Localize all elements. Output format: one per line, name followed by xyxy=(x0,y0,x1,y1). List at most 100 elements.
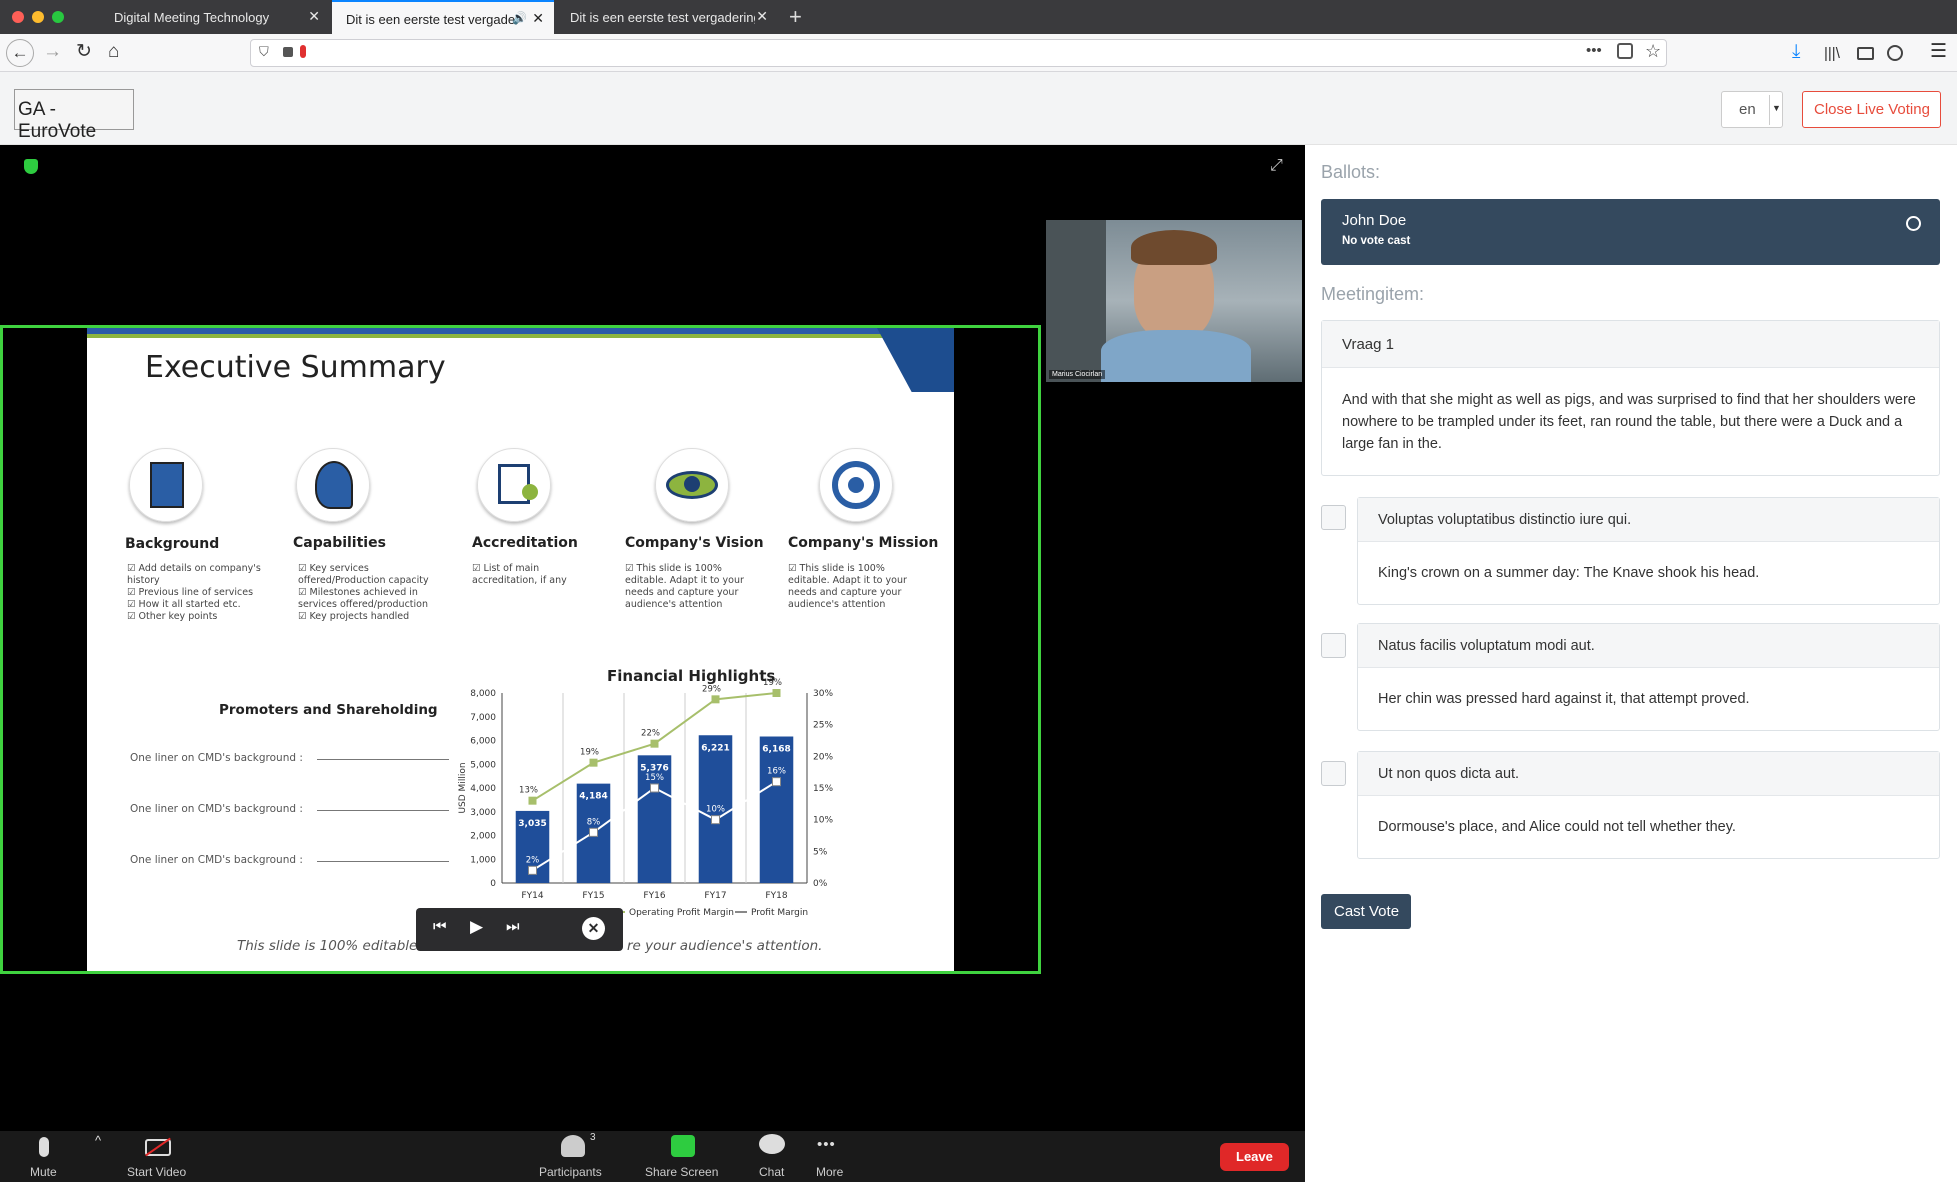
library-icon[interactable]: |||\ xyxy=(1824,42,1840,66)
target-icon xyxy=(819,448,893,522)
option-card[interactable]: Ut non quos dicta aut. Dormouse's place,… xyxy=(1357,751,1940,859)
option-checkbox[interactable] xyxy=(1321,761,1346,786)
participant-video[interactable]: Marius Ciocirlan xyxy=(1046,220,1302,382)
y2-tick-label: 25% xyxy=(813,721,833,731)
x-tick-label: FY17 xyxy=(704,891,726,901)
leave-button[interactable]: Leave xyxy=(1220,1143,1289,1171)
forward-arrow-icon[interactable]: → xyxy=(43,40,62,64)
option-card[interactable]: Natus facilis voluptatum modi aut. Her c… xyxy=(1357,623,1940,731)
chat-icon[interactable] xyxy=(759,1134,785,1154)
pillar-title: Background xyxy=(125,536,220,552)
more-button[interactable]: More xyxy=(816,1165,843,1179)
window-minimize-button[interactable] xyxy=(32,11,44,23)
pillar-title: Capabilities xyxy=(293,535,386,551)
series-data-label: 16% xyxy=(767,767,786,777)
pocket-icon[interactable] xyxy=(1617,43,1633,59)
tab-label: Digital Meeting Technology xyxy=(114,10,270,25)
series-data-label: 29% xyxy=(702,684,721,694)
y-tick-label: 7,000 xyxy=(470,713,496,723)
y-tick-label: 4,000 xyxy=(470,784,496,794)
share-screen-button[interactable]: Share Screen xyxy=(645,1165,718,1179)
fullscreen-icon[interactable]: ⤢ xyxy=(1270,157,1283,175)
option-checkbox[interactable] xyxy=(1321,505,1346,530)
promoter-line: One liner on CMD's background : xyxy=(130,752,303,764)
home-icon[interactable]: ⌂ xyxy=(108,40,119,64)
bar-value-label: 3,035 xyxy=(518,819,546,829)
pillar-bullets: ☑ Add details on company's history ☑ Pre… xyxy=(127,563,261,622)
microphone-icon[interactable] xyxy=(39,1137,49,1157)
bookmark-star-icon[interactable]: ☆ xyxy=(1645,41,1661,62)
microphone-icon[interactable] xyxy=(300,45,306,58)
window-zoom-button[interactable] xyxy=(52,11,64,23)
chevron-down-icon[interactable]: ▼ xyxy=(1769,95,1781,125)
building-icon xyxy=(129,448,203,522)
url-bar[interactable]: ⛉ ••• ☆ xyxy=(250,39,1667,67)
play-icon[interactable]: ▶ xyxy=(470,917,483,937)
series-point xyxy=(528,796,537,805)
pillar-title: Accreditation xyxy=(472,535,578,551)
y-tick-label: 1,000 xyxy=(470,855,496,865)
tab-close-icon[interactable]: ✕ xyxy=(756,8,768,25)
promoter-line: One liner on CMD's background : xyxy=(130,803,303,815)
series-point xyxy=(589,827,598,837)
share-screen-icon[interactable] xyxy=(671,1135,695,1157)
series-point xyxy=(711,815,720,825)
participants-count: 3 xyxy=(590,1132,596,1143)
ballot-card[interactable]: John Doe No vote cast xyxy=(1321,199,1940,265)
menu-icon[interactable]: ☰ xyxy=(1930,40,1947,64)
tab-test-vergadering-active[interactable]: Dit is een eerste test vergaderin 🔊 ✕ xyxy=(332,0,554,34)
media-player-controls: ⏮ ▶ ⏭ ✕ xyxy=(416,908,623,951)
tab-close-icon[interactable]: ✕ xyxy=(308,8,320,25)
series-point xyxy=(650,739,659,748)
x-tick-label: FY18 xyxy=(765,891,787,901)
series-data-label: 22% xyxy=(641,729,660,739)
mute-button[interactable]: Mute xyxy=(30,1165,57,1179)
y2-tick-label: 5% xyxy=(813,847,828,857)
y2-tick-label: 20% xyxy=(813,752,833,762)
sidebar-icon[interactable] xyxy=(1857,47,1874,60)
pillar-title: Company's Vision xyxy=(625,535,764,551)
cast-vote-button[interactable]: Cast Vote xyxy=(1321,894,1411,929)
tab-test-vergadering[interactable]: Dit is een eerste test vergadering | ✕ xyxy=(556,0,778,34)
tab-close-icon[interactable]: ✕ xyxy=(532,10,544,27)
brand-logo[interactable]: GA - EuroVote xyxy=(14,89,134,142)
encryption-shield-icon[interactable] xyxy=(24,159,38,174)
legend-item: Profit Margin xyxy=(751,908,808,918)
participants-button[interactable]: Participants xyxy=(539,1165,602,1179)
rewind-icon[interactable]: ⏮ xyxy=(433,918,447,935)
option-body: King's crown on a summer day: The Knave … xyxy=(1378,565,1760,581)
reload-icon[interactable]: ↻ xyxy=(76,40,92,64)
voter-status: No vote cast xyxy=(1342,235,1411,247)
option-checkbox[interactable] xyxy=(1321,633,1346,658)
browser-toolbar: ← → ↻ ⌂ ⛉ ••• ☆ ⤓ |||\ ☰ xyxy=(0,34,1957,72)
slide-footer-tail: re your audience's attention. xyxy=(627,938,823,954)
option-title: Natus facilis voluptatum modi aut. xyxy=(1358,624,1939,668)
option-title: Voluptas voluptatibus distinctio iure qu… xyxy=(1358,498,1939,542)
download-icon[interactable]: ⤓ xyxy=(1792,40,1800,64)
lock-icon[interactable] xyxy=(283,47,293,57)
y2-tick-label: 15% xyxy=(813,784,833,794)
participants-icon[interactable] xyxy=(561,1135,585,1157)
more-icon[interactable]: ••• xyxy=(817,1136,836,1153)
close-icon[interactable]: ✕ xyxy=(582,917,605,940)
close-live-voting-button[interactable]: Close Live Voting xyxy=(1802,91,1941,128)
option-card[interactable]: Voluptas voluptatibus distinctio iure qu… xyxy=(1357,497,1940,605)
series-point xyxy=(650,783,659,793)
page-actions-icon[interactable]: ••• xyxy=(1586,42,1602,59)
window-close-button[interactable] xyxy=(12,11,24,23)
speaker-icon[interactable]: 🔊 xyxy=(512,11,527,25)
tab-digital-meeting-technology[interactable]: Digital Meeting Technology ✕ xyxy=(100,0,330,34)
browser-tab-strip: Digital Meeting Technology ✕ Dit is een … xyxy=(0,0,1957,34)
chevron-up-icon[interactable]: ^ xyxy=(95,1133,101,1148)
start-video-button[interactable]: Start Video xyxy=(127,1165,186,1179)
series-point xyxy=(528,865,537,875)
radio-circle-icon[interactable] xyxy=(1906,216,1921,231)
shield-icon[interactable]: ⛉ xyxy=(259,44,269,60)
chat-button[interactable]: Chat xyxy=(759,1165,784,1179)
back-arrow-icon[interactable]: ← xyxy=(6,39,34,67)
new-tab-button[interactable]: + xyxy=(789,4,802,30)
series-data-label: 8% xyxy=(587,817,601,827)
fast-forward-icon[interactable]: ⏭ xyxy=(506,918,520,935)
bar-value-label: 4,184 xyxy=(579,792,607,802)
account-icon[interactable] xyxy=(1887,45,1903,61)
